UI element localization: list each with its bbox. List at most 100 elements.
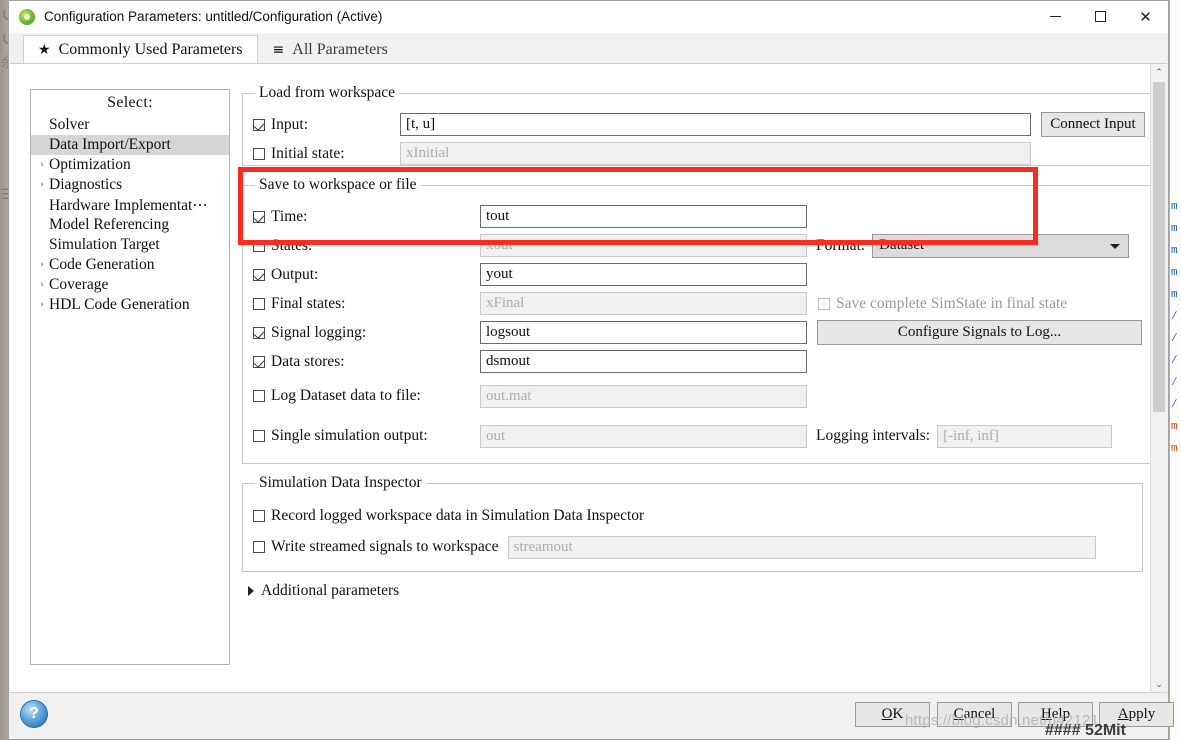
states-label: States: [271,236,313,254]
configure-signals-to-log-button[interactable]: Configure Signals to Log... [817,320,1142,345]
write-streamed-signals-checkbox[interactable] [253,541,265,553]
save-simstate-label: Save complete SimState in final state [836,294,1068,312]
title-bar: Configuration Parameters: untitled/Confi… [9,1,1168,33]
sidebar-item-data-import-export[interactable]: Data Import/Export [31,135,229,155]
logging-intervals-field[interactable] [937,424,1113,448]
final-states-field[interactable] [480,292,807,315]
select-tree-title: Select: [107,94,153,111]
states-label-wrap: States: [253,237,480,255]
states-field[interactable] [480,234,807,257]
sidebar-item-optimization[interactable]: › Optimization [31,155,229,175]
expand-arrow-icon[interactable]: › [35,300,49,310]
additional-parameters-toggle[interactable]: Additional parameters [248,582,1143,600]
sidebar-item-solver[interactable]: Solver [31,115,229,135]
scrollbar-thumb[interactable] [1153,82,1165,412]
ok-mnemonic: O [881,706,893,722]
sidebar-item-coverage[interactable]: › Coverage [31,275,229,295]
sidebar-item-label: Hardware Implementat⋯ [49,196,208,214]
cancel-button[interactable]: Cancel [937,702,1012,727]
signal-logging-checkbox[interactable] [253,326,265,339]
write-streamed-signals-label: Write streamed signals to workspace [271,538,499,555]
close-icon[interactable]: ✕ [1123,1,1168,32]
expand-arrow-icon[interactable]: › [35,160,49,170]
output-checkbox[interactable] [253,268,265,281]
final-states-label-wrap: Final states: [253,295,480,313]
dialog-footer: ? OK Cancel Help Apply [10,692,1174,739]
initial-state-field[interactable] [400,142,1031,165]
apply-rest: pply [1128,706,1156,722]
time-checkbox[interactable] [253,210,265,223]
output-field[interactable] [480,263,807,286]
log-dataset-row: Log Dataset data to file: [253,376,1142,416]
help-mnemonic: H [1040,706,1052,722]
maximize-button[interactable] [1078,1,1123,32]
scroll-down-arrow-icon[interactable]: ⌄ [1151,676,1167,693]
signal-logging-row: Signal logging: Configure Signals to Log… [253,318,1142,347]
ok-button[interactable]: OK [855,702,930,727]
tab-commonly-used-parameters[interactable]: ★ Commonly Used Parameters [23,35,258,64]
log-dataset-field[interactable] [480,384,807,408]
states-checkbox[interactable] [253,239,265,252]
record-logged-row: Record logged workspace data in Simulati… [253,500,1132,532]
scroll-up-arrow-icon[interactable]: ⌃ [1151,64,1167,81]
states-row: States: Format: Dataset [253,231,1142,260]
cancel-mnemonic: C [953,706,964,722]
vertical-scrollbar[interactable]: ⌃ ⌄ [1150,64,1167,693]
sidebar-item-code-generation[interactable]: › Code Generation [31,255,229,275]
expand-arrow-icon[interactable]: › [35,180,49,190]
record-logged-data-checkbox[interactable] [253,510,265,522]
group-legend: Save to workspace or file [259,176,417,193]
expand-arrow-icon[interactable]: › [35,280,49,290]
help-icon[interactable]: ? [20,700,48,728]
format-dropdown[interactable]: Dataset [872,233,1130,258]
input-field[interactable] [400,113,1031,136]
tab-label: Commonly Used Parameters [58,41,243,58]
expand-arrow-icon[interactable]: › [35,260,49,270]
single-simulation-output-field[interactable] [480,424,807,448]
initial-state-checkbox[interactable] [253,147,265,160]
time-row: Time: [253,202,1142,231]
output-label: Output: [271,265,319,283]
input-checkbox[interactable] [253,118,265,131]
initial-state-row: Initial state: [253,139,1145,168]
initial-state-label-wrap: Initial state: [253,145,400,163]
save-simstate-checkbox[interactable] [818,297,830,310]
tab-all-parameters[interactable]: ≡ All Parameters [257,35,403,64]
format-value: Dataset [879,237,925,253]
help-button[interactable]: Help [1018,702,1093,727]
initial-state-label: Initial state: [271,144,345,162]
chevron-right-icon [248,586,254,596]
tab-strip: ★ Commonly Used Parameters ≡ All Paramet… [9,33,1168,64]
single-simulation-output-checkbox[interactable] [253,430,265,442]
sidebar-item-hardware-implementation[interactable]: Hardware Implementat⋯ [31,195,229,215]
sidebar-item-model-referencing[interactable]: Model Referencing [31,215,229,235]
simulink-icon [19,8,35,25]
sidebar-item-diagnostics[interactable]: › Diagnostics [31,175,229,195]
input-label: Input: [271,115,309,133]
single-output-label: Single simulation output: [271,427,428,444]
sidebar-item-simulation-target[interactable]: Simulation Target [31,235,229,255]
group-legend: Simulation Data Inspector [259,474,422,491]
data-stores-field[interactable] [480,350,807,373]
final-states-label: Final states: [271,294,346,312]
help-rest: elp [1051,706,1071,722]
output-label-wrap: Output: [253,266,480,284]
minimize-button[interactable] [1033,1,1078,32]
time-field[interactable] [480,205,807,228]
sidebar-item-label: Model Referencing [49,216,170,233]
signal-logging-label-wrap: Signal logging: [253,324,480,342]
sidebar-item-label: Simulation Target [49,236,160,253]
sidebar-item-hdl-code-generation[interactable]: › HDL Code Generation [31,295,229,315]
final-states-checkbox[interactable] [253,297,265,310]
format-label: Format: [816,236,866,254]
log-dataset-label: Log Dataset data to file: [271,387,421,404]
data-stores-checkbox[interactable] [253,355,265,368]
apply-button[interactable]: Apply [1099,702,1174,727]
data-stores-label-wrap: Data stores: [253,353,480,371]
log-dataset-checkbox[interactable] [253,390,265,402]
connect-input-button[interactable]: Connect Input [1041,112,1145,137]
time-label: Time: [271,207,308,225]
write-streamed-row: Write streamed signals to workspace [253,532,1132,562]
signal-logging-field[interactable] [480,321,807,344]
streamout-field[interactable] [507,535,1096,559]
